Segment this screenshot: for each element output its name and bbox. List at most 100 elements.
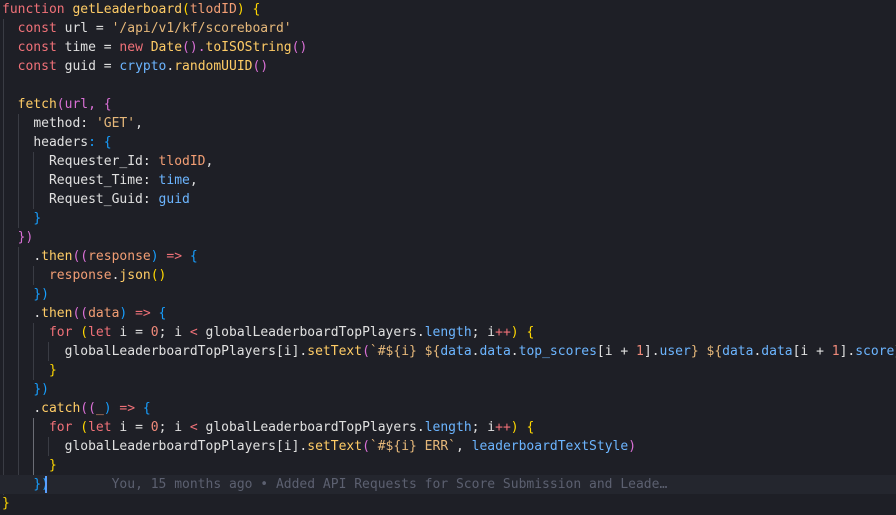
text-cursor xyxy=(45,476,47,493)
token: : xyxy=(80,116,96,131)
token: new xyxy=(119,40,143,55)
token: . xyxy=(510,344,519,359)
code-editor[interactable]: function getLeaderboard(tlodID) { const … xyxy=(0,0,896,515)
code-line[interactable]: method: 'GET', xyxy=(2,114,143,133)
code-line[interactable]: .catch((_) => { xyxy=(2,399,150,418)
token: => xyxy=(119,401,136,416)
token: () xyxy=(252,59,269,74)
token: } ${ xyxy=(690,344,723,359)
code-line[interactable]: .then((data) => { xyxy=(2,304,166,323)
token: Date xyxy=(150,40,183,55)
token: randomUUID xyxy=(174,59,253,74)
code-line[interactable]: } xyxy=(2,209,41,228)
code-line[interactable]: for (let i = 0; i < globalLeaderboardTop… xyxy=(2,418,534,437)
token: method xyxy=(33,116,81,131)
token: then xyxy=(41,249,73,264)
token: (). xyxy=(182,40,206,55)
token: globalLeaderboardTopPlayers[i]. xyxy=(64,439,308,454)
code-line[interactable]: Requester_Id: tlodID, xyxy=(2,152,213,171)
token: (( xyxy=(72,306,89,321)
token: toISOString xyxy=(205,40,292,55)
token: response xyxy=(48,268,112,283)
token: ) { xyxy=(510,420,535,435)
code-line[interactable]: } xyxy=(2,361,57,380)
token: tlodID xyxy=(158,154,206,169)
token: i = xyxy=(111,420,151,435)
code-line[interactable]: Request_Time: time, xyxy=(2,171,198,190)
token: < xyxy=(189,420,198,435)
token: data xyxy=(479,344,511,359)
token: ++ xyxy=(495,325,511,340)
token: setText xyxy=(307,344,363,359)
code-line[interactable]: function getLeaderboard(tlodID) { xyxy=(2,0,260,19)
token: : { xyxy=(88,135,112,150)
token: headers xyxy=(33,135,89,150)
token: setText xyxy=(307,439,363,454)
token: data xyxy=(722,344,754,359)
token: ++ xyxy=(495,420,511,435)
code-line[interactable]: }) xyxy=(2,228,34,247)
token: (( xyxy=(72,249,89,264)
token: Request_Guid xyxy=(48,192,143,207)
code-line[interactable]: const time = new Date().toISOString() xyxy=(2,38,308,57)
token: data xyxy=(440,344,472,359)
code-line[interactable]: } xyxy=(2,456,57,475)
code-line[interactable]: }) xyxy=(2,285,49,304)
token: ( xyxy=(72,325,89,340)
token: `#${i} ERR` xyxy=(369,439,456,454)
code-line[interactable]: globalLeaderboardTopPlayers[i].setText(`… xyxy=(2,437,636,456)
token: }) xyxy=(33,287,49,302)
token: user xyxy=(659,344,691,359)
code-line[interactable]: const guid = crypto.randomUUID() xyxy=(2,57,269,76)
token: ) xyxy=(628,439,637,454)
git-blame-annotation: You, 15 months ago • Added API Requests … xyxy=(111,477,668,492)
token: } xyxy=(33,211,42,226)
token: ) xyxy=(236,2,245,17)
token: _ xyxy=(95,401,104,416)
token: ) xyxy=(103,401,120,416)
token: ; i xyxy=(471,420,496,435)
token: i = xyxy=(111,325,151,340)
code-line[interactable]: const url = '/api/v1/kf/scoreboard' xyxy=(2,19,292,38)
token: ( xyxy=(362,344,370,359)
token: const xyxy=(17,40,57,55)
token: () xyxy=(150,268,167,283)
token: ; i xyxy=(471,325,496,340)
token: { xyxy=(182,249,198,264)
token: ( xyxy=(72,420,89,435)
token: . xyxy=(33,249,42,264)
code-line[interactable]: fetch(url, { xyxy=(2,95,112,114)
token: } xyxy=(48,363,57,378)
code-line[interactable]: Request_Guid: guid xyxy=(2,190,190,209)
code-line[interactable]: .then((response) => { xyxy=(2,247,198,266)
token: } xyxy=(2,496,10,511)
token: guid = xyxy=(56,59,120,74)
code-line[interactable]: headers: { xyxy=(2,133,112,152)
token: { xyxy=(150,306,167,321)
token: score xyxy=(855,344,895,359)
token: for xyxy=(48,325,73,340)
code-line[interactable]: globalLeaderboardTopPlayers[i].setText(`… xyxy=(2,342,896,361)
token: : xyxy=(142,192,159,207)
token: , xyxy=(455,439,472,454)
token: 1 xyxy=(636,344,644,359)
code-line[interactable]: } xyxy=(2,494,10,513)
code-line[interactable]: response.json() xyxy=(2,266,166,285)
token: url = xyxy=(56,21,112,36)
token: ) xyxy=(119,306,136,321)
token: 0 xyxy=(150,420,159,435)
code-line[interactable]: }) xyxy=(2,380,49,399)
token: [i + xyxy=(792,344,832,359)
token: catch xyxy=(41,401,81,416)
token: then xyxy=(41,306,73,321)
token: tlodID xyxy=(189,2,237,17)
token: json xyxy=(119,268,151,283)
code-line[interactable]: for (let i = 0; i < globalLeaderboardTop… xyxy=(2,323,534,342)
token: globalLeaderboardTopPlayers. xyxy=(197,325,425,340)
token: globalLeaderboardTopPlayers. xyxy=(197,420,425,435)
token: crypto xyxy=(119,59,167,74)
token: . xyxy=(33,306,42,321)
token: ) { xyxy=(510,325,535,340)
current-code-line[interactable]: }) You, 15 months ago • Added API Reques… xyxy=(0,475,896,494)
